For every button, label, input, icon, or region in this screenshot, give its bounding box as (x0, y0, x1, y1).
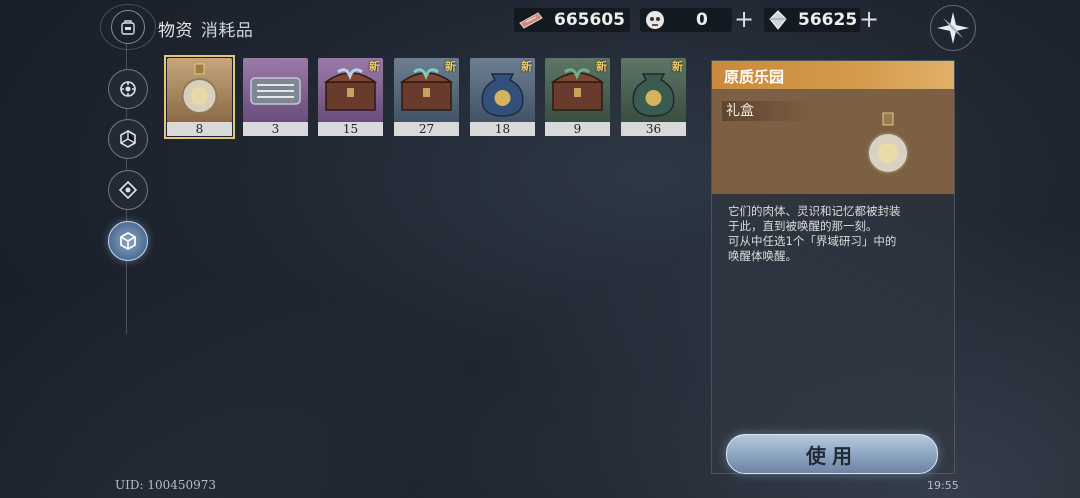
item-slot-5[interactable]: 新 18 (470, 58, 535, 136)
ticket-icon (519, 12, 543, 29)
description-line: 可从中任选1个「界域研习」中的 (728, 234, 897, 248)
clock-label: 19:55 (927, 479, 959, 492)
item-slot-2[interactable]: 3 (243, 58, 308, 136)
page-title: 物资 消耗品 (158, 16, 253, 41)
title-sub: 消耗品 (200, 21, 254, 41)
new-badge: 新 (521, 60, 532, 73)
nav-materials-button[interactable] (108, 119, 148, 159)
use-button[interactable]: 使用 (726, 434, 938, 474)
item-slot-3[interactable]: 新 15 (318, 58, 383, 136)
cube-icon (120, 231, 136, 251)
detail-item-type: 礼盒 (722, 101, 816, 121)
add-crystal-button[interactable]: + (858, 6, 880, 32)
spirit-currency: 0 (640, 8, 732, 32)
item-quantity: 27 (394, 122, 459, 136)
item-quantity: 8 (167, 122, 232, 136)
flask-icon (867, 112, 909, 174)
item-slot-4[interactable]: 新 27 (394, 58, 459, 136)
tools-case-icon (243, 58, 308, 122)
compass-star-icon (937, 12, 969, 44)
nav-equipment-button[interactable] (108, 69, 148, 109)
item-quantity: 36 (621, 122, 686, 136)
crystal-icon (769, 10, 787, 30)
new-badge: 新 (369, 60, 380, 73)
detail-description: 它们的肉体、灵识和记忆都被封装 于此，直到被唤醒的那一刻。 可从中任选1个「界域… (728, 204, 943, 264)
item-quantity: 3 (243, 122, 308, 136)
item-slot-6[interactable]: 新 9 (545, 58, 610, 136)
item-slot-7[interactable]: 新 36 (621, 58, 686, 136)
new-badge: 新 (672, 60, 683, 73)
ticket-value: 665605 (554, 10, 625, 30)
item-slot-1[interactable]: 8 (164, 55, 235, 139)
item-quantity: 9 (545, 122, 610, 136)
flask-icon (167, 58, 232, 122)
detail-header: 原质乐园 (712, 61, 954, 90)
skull-orb-icon (646, 11, 664, 29)
description-line: 于此，直到被唤醒的那一刻。 (728, 219, 878, 233)
item-detail-panel: 原质乐园 礼盒 它们的肉体、灵识和记忆都被封装 于此，直到被唤醒的那一刻。 可从… (711, 60, 955, 474)
detail-item-name: 原质乐园 (724, 68, 785, 86)
use-button-label: 使用 (806, 443, 858, 468)
ticket-currency: 665605 (514, 8, 630, 32)
item-quantity: 15 (318, 122, 383, 136)
crystal-value: 56625 (798, 10, 858, 30)
detail-art: 礼盒 (712, 89, 954, 194)
crystal-currency: 56625 (764, 8, 860, 32)
hexagon-icon (120, 130, 136, 148)
inventory-emblem (100, 4, 156, 50)
nav-artifact-button[interactable] (108, 170, 148, 210)
description-line: 它们的肉体、灵识和记忆都被封装 (728, 204, 901, 218)
diamond-crest-icon (118, 180, 138, 200)
gear-emblem-icon (120, 81, 136, 97)
item-quantity: 18 (470, 122, 535, 136)
new-badge: 新 (445, 60, 456, 73)
nav-consumables-button[interactable] (108, 221, 148, 261)
spirit-value: 0 (696, 10, 708, 30)
description-line: 唤醒体唤醒。 (728, 249, 797, 263)
backpack-icon (111, 10, 145, 44)
uid-label: UID: 100450973 (115, 478, 217, 492)
title-main: 物资 (158, 21, 193, 41)
add-spirit-button[interactable]: + (733, 6, 755, 32)
new-badge: 新 (596, 60, 607, 73)
compass-menu-button[interactable] (930, 5, 976, 51)
